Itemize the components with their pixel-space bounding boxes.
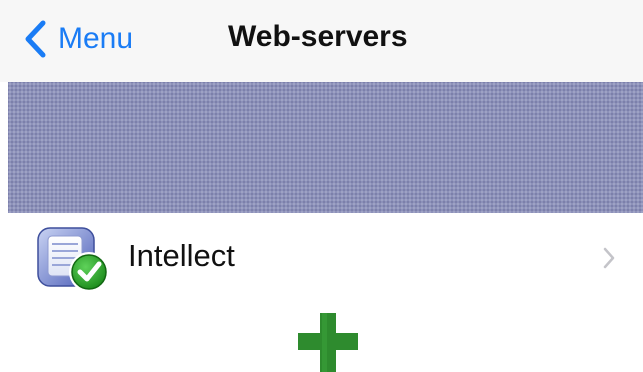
page-title: Web-servers: [228, 20, 408, 53]
server-name: Intellect: [128, 238, 235, 273]
add-server-button[interactable]: [298, 313, 358, 372]
header-banner: [8, 82, 643, 213]
back-button-label: Menu: [58, 22, 134, 55]
plus-icon: [298, 313, 358, 372]
chevron-right-icon: [603, 247, 615, 269]
back-button[interactable]: Menu: [22, 14, 133, 64]
chevron-left-icon: [25, 20, 46, 58]
web-servers-screen: Menu Web-servers Intellect: [0, 0, 643, 372]
server-check-icon: [37, 227, 109, 292]
navigation-bar: Menu Web-servers: [0, 0, 643, 82]
